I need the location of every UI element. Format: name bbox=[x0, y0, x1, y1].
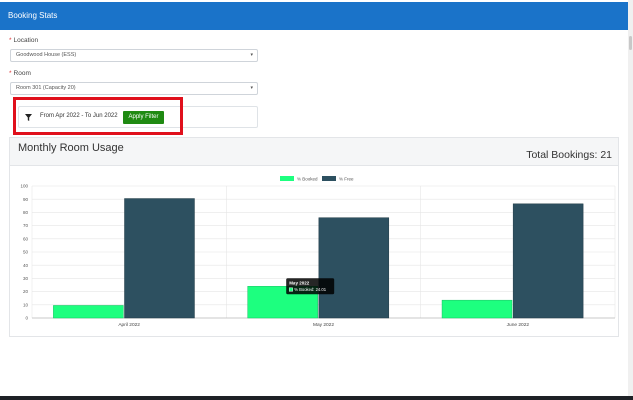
x-tick-label: April 2022 bbox=[118, 322, 140, 328]
location-select[interactable]: Goodwood House (ESS) ▾ bbox=[10, 49, 258, 62]
required-marker: * bbox=[9, 37, 12, 44]
scrollbar-thumb[interactable] bbox=[629, 36, 632, 50]
location-label: * Location bbox=[9, 37, 39, 44]
y-tick-label: 60 bbox=[23, 236, 29, 241]
usage-bar-chart: % Booked % Free 0 10 20 30 40 50 60 70 80 90 100 Apri… bbox=[20, 176, 616, 328]
y-tick-label: 20 bbox=[23, 289, 29, 294]
y-tick-label: 40 bbox=[23, 263, 29, 268]
x-tick-label: June 2022 bbox=[507, 322, 530, 328]
y-tick-label: 80 bbox=[23, 210, 29, 215]
bar-free bbox=[124, 198, 195, 319]
room-label: * Room bbox=[9, 70, 31, 77]
panel-header: Monthly Room Usage Total Bookings: 21 bbox=[10, 138, 618, 166]
y-tick-label: 90 bbox=[23, 197, 29, 202]
tooltip-swatch bbox=[288, 287, 293, 292]
y-tick-label: 30 bbox=[23, 276, 29, 281]
tooltip-body: % Booked: 24.01 bbox=[294, 287, 327, 292]
highlight-box bbox=[13, 97, 183, 135]
chevron-down-icon: ▾ bbox=[250, 52, 253, 58]
bar-free bbox=[512, 203, 584, 319]
x-tick-label: May 2022 bbox=[313, 322, 334, 328]
room-value: Room 301 (Capacity 20) bbox=[16, 85, 76, 91]
scrollbar[interactable] bbox=[628, 0, 633, 400]
legend-label: % Free bbox=[339, 177, 354, 182]
y-tick-label: 70 bbox=[23, 223, 29, 228]
bar-booked bbox=[441, 299, 513, 319]
panel-title: Monthly Room Usage bbox=[18, 142, 124, 154]
location-value: Goodwood House (ESS) bbox=[16, 52, 77, 58]
y-tick-label: 10 bbox=[23, 302, 29, 307]
bar-booked bbox=[53, 305, 124, 319]
legend-label: % Booked bbox=[297, 177, 318, 182]
room-select[interactable]: Room 301 (Capacity 20) ▾ bbox=[10, 82, 258, 95]
chart-area: % Booked % Free 0 10 20 30 40 50 60 70 80 90 100 Apri… bbox=[10, 166, 618, 336]
required-marker: * bbox=[9, 70, 12, 77]
app-window: Booking Stats * Location Goodwood House (… bbox=[0, 0, 633, 400]
y-tick-label: 0 bbox=[25, 316, 28, 321]
window-title: Booking Stats bbox=[8, 11, 58, 20]
y-tick-label: 100 bbox=[20, 184, 28, 189]
total-bookings: Total Bookings: 21 bbox=[526, 149, 612, 161]
window-header: Booking Stats bbox=[0, 2, 628, 30]
tooltip-title: May 2022 bbox=[289, 280, 310, 285]
bottom-edge bbox=[0, 396, 633, 400]
y-tick-label: 50 bbox=[23, 250, 29, 255]
legend-swatch bbox=[280, 176, 294, 181]
bar-free bbox=[318, 217, 390, 319]
usage-panel: Monthly Room Usage Total Bookings: 21 % … bbox=[9, 137, 619, 337]
legend-swatch bbox=[322, 176, 336, 181]
chevron-down-icon: ▾ bbox=[250, 85, 253, 91]
